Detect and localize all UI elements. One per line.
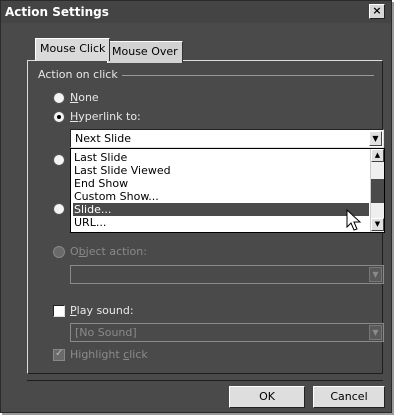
tab-mouse-click[interactable]: Mouse Click xyxy=(35,38,111,61)
object-action-label-accel: b xyxy=(78,245,86,258)
object-action-label: Object action: xyxy=(70,245,147,258)
check-icon: ✓ xyxy=(55,348,64,359)
list-item-last-slide[interactable]: Last Slide xyxy=(73,151,127,164)
object-action-dropdown[interactable]: ▼ xyxy=(70,265,384,284)
hyperlink-dropdown-value: Next Slide xyxy=(75,132,131,145)
macro-radio[interactable] xyxy=(53,203,65,215)
sound-dropdown-value: [No Sound] xyxy=(75,326,137,339)
tab-mouse-click-label: Mouse Click xyxy=(40,42,106,55)
cancel-button[interactable]: Cancel xyxy=(313,386,385,408)
hyperlink-radio[interactable] xyxy=(53,111,65,123)
list-item-slide[interactable]: Slide... xyxy=(73,203,369,216)
hyperlink-label-rest: yperlink to: xyxy=(78,110,141,123)
hyperlink-dropdown[interactable]: Next Slide ▼ xyxy=(70,129,384,148)
highlight-click-label-rest: lick xyxy=(129,348,148,361)
sound-arrow-button[interactable]: ▼ xyxy=(369,325,382,340)
ok-button-label: OK xyxy=(259,390,275,403)
button-separator xyxy=(27,380,383,381)
chevron-down-icon: ▼ xyxy=(372,134,379,143)
list-item-url[interactable]: URL... xyxy=(73,216,106,229)
object-action-label-rest: ject action: xyxy=(85,245,147,258)
mouse-pointer-icon xyxy=(346,209,362,231)
ok-button[interactable]: OK xyxy=(229,386,305,408)
play-sound-checkbox[interactable] xyxy=(53,305,65,317)
title-bar: Action Settings xyxy=(1,1,391,23)
dropdown-arrow-button[interactable]: ▼ xyxy=(369,131,382,146)
highlight-click-label: Highlight click xyxy=(70,348,148,361)
list-item-last-slide-viewed[interactable]: Last Slide Viewed xyxy=(73,164,171,177)
scroll-down-button[interactable]: ▼ xyxy=(371,218,384,231)
close-icon: × xyxy=(372,4,382,17)
none-label: None xyxy=(70,91,99,104)
chevron-down-icon: ▼ xyxy=(372,270,379,279)
tab-mouse-over-label: Mouse Over xyxy=(112,45,178,58)
highlight-click-label-prefix: Highlight xyxy=(70,348,124,361)
list-item-end-show[interactable]: End Show xyxy=(73,177,128,190)
play-sound-label-accel: P xyxy=(70,304,77,317)
sound-dropdown[interactable]: [No Sound] ▼ xyxy=(70,323,384,342)
scroll-up-button[interactable]: ▲ xyxy=(371,149,384,162)
none-label-rest: one xyxy=(78,91,99,104)
close-button[interactable]: × xyxy=(369,4,385,19)
none-radio[interactable] xyxy=(53,92,65,104)
dialog-title: Action Settings xyxy=(5,5,109,19)
hyperlink-label: Hyperlink to: xyxy=(70,110,141,123)
cancel-button-label: Cancel xyxy=(330,390,368,403)
play-sound-label: Play sound: xyxy=(70,304,134,317)
object-action-radio[interactable] xyxy=(53,246,65,258)
highlight-click-checkbox[interactable]: ✓ xyxy=(53,348,65,361)
list-item-custom-show[interactable]: Custom Show... xyxy=(73,190,159,203)
scroll-down-icon: ▼ xyxy=(374,220,381,228)
play-sound-label-rest: lay sound: xyxy=(76,304,134,317)
scroll-thumb[interactable] xyxy=(371,179,384,203)
object-action-label-prefix: O xyxy=(70,245,79,258)
list-scrollbar[interactable]: ▲ ▼ xyxy=(370,149,384,232)
program-radio[interactable] xyxy=(53,154,65,166)
group-divider xyxy=(112,75,374,76)
chevron-down-icon: ▼ xyxy=(372,328,379,337)
hyperlink-options-list: Last Slide Last Slide Viewed End Show Cu… xyxy=(70,148,385,233)
none-label-accel: N xyxy=(70,91,79,104)
scroll-up-icon: ▲ xyxy=(374,151,381,159)
action-on-click-group-label: Action on click xyxy=(38,68,122,81)
object-action-arrow-button[interactable]: ▼ xyxy=(369,267,382,282)
tab-mouse-over[interactable]: Mouse Over xyxy=(107,41,183,63)
